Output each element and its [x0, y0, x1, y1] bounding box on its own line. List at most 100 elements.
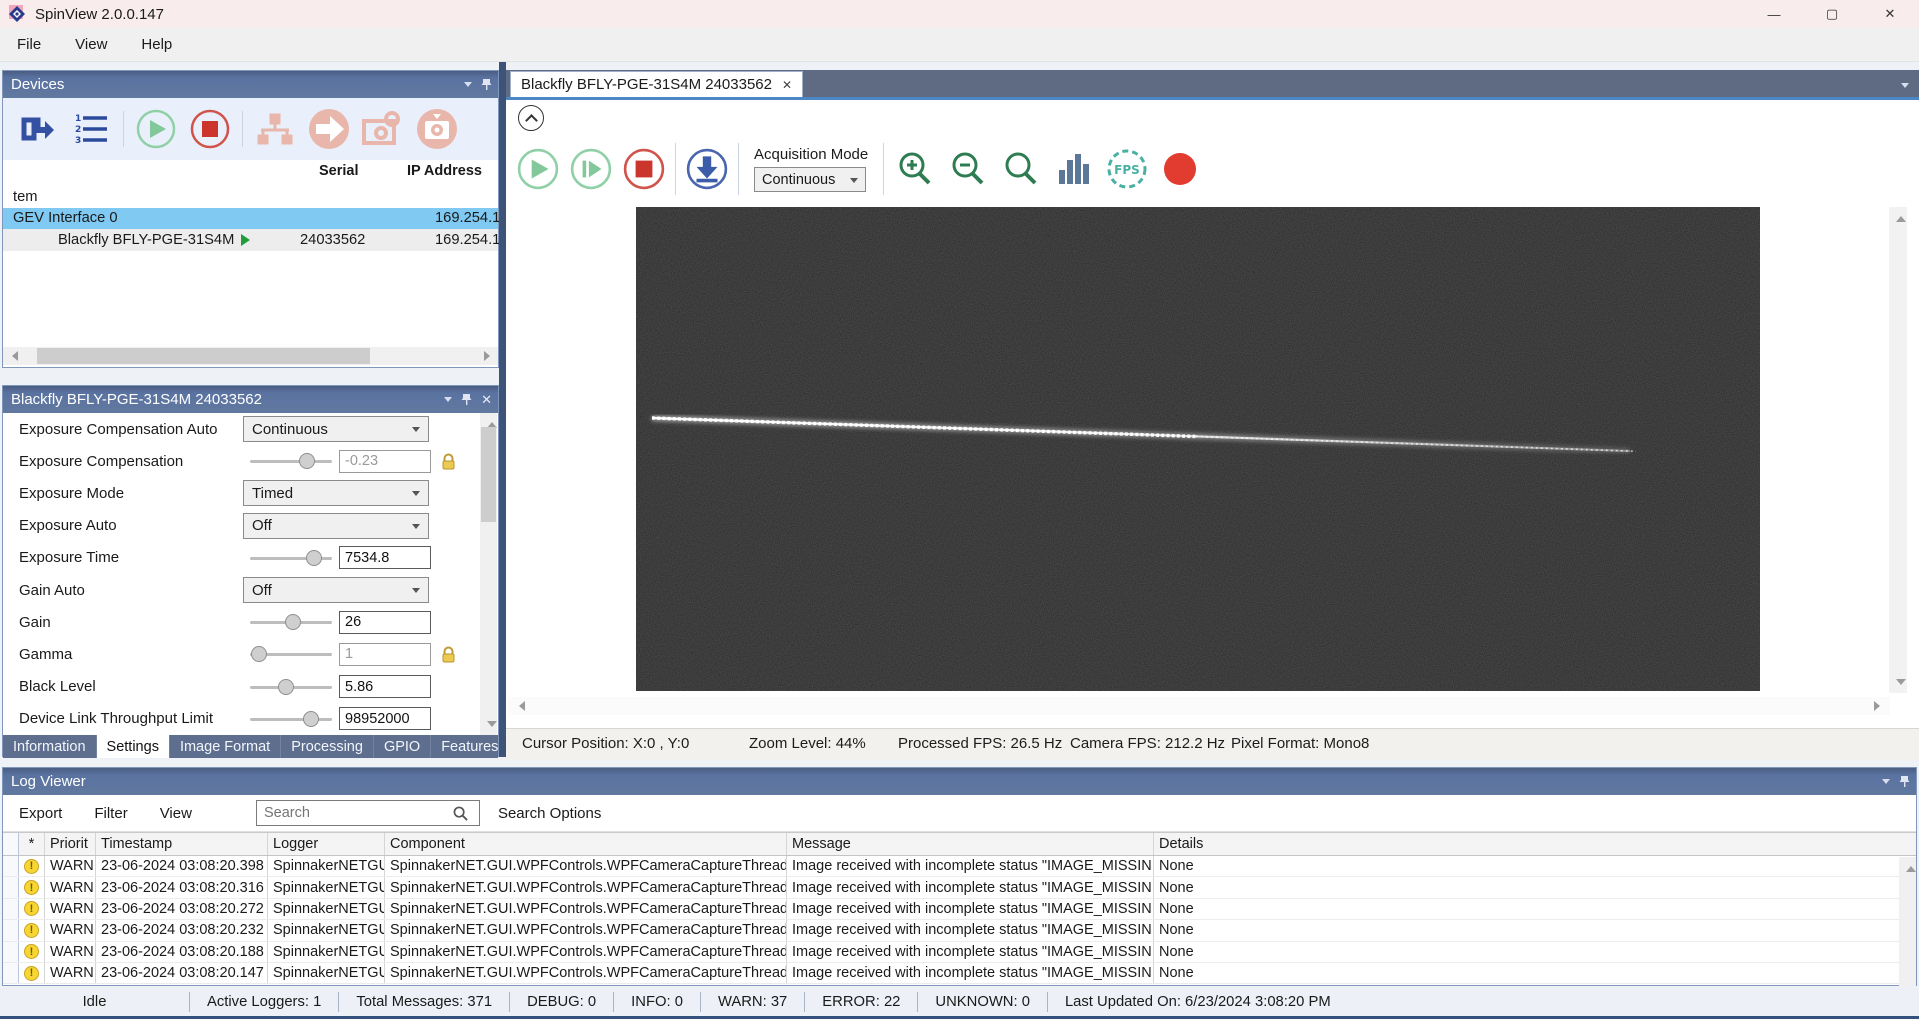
setting-value-input[interactable]	[339, 611, 431, 634]
setting-slider[interactable]	[250, 645, 332, 663]
log-row[interactable]: ! WARN 23-06-2024 03:08:20.188 Spinnaker…	[3, 942, 1916, 963]
scroll-right-button[interactable]	[1870, 697, 1888, 715]
slider-thumb[interactable]	[303, 711, 319, 727]
setting-slider[interactable]	[250, 613, 332, 631]
settings-tab[interactable]: Features	[431, 735, 509, 758]
device-row[interactable]: GEV Interface 0 169.254.1.1	[3, 208, 498, 230]
log-menu-item[interactable]: Filter	[78, 805, 143, 822]
camera-image[interactable]	[636, 207, 1760, 691]
panel-menu-icon[interactable]	[444, 397, 452, 406]
slider-thumb[interactable]	[251, 646, 267, 662]
zoom-fit-button[interactable]	[999, 147, 1043, 191]
column-header-serial[interactable]: Serial	[319, 163, 359, 179]
scrollbar-thumb[interactable]	[481, 427, 496, 522]
stop-acquisition-button[interactable]	[188, 107, 232, 151]
column-header-ip[interactable]: IP Address	[407, 163, 482, 179]
zoom-out-button[interactable]	[946, 147, 990, 191]
play-button[interactable]	[516, 147, 560, 191]
search-input[interactable]	[257, 805, 453, 821]
pin-icon[interactable]	[461, 393, 472, 406]
fps-gauge-button[interactable]: FPS	[1105, 147, 1149, 191]
viewer-tab[interactable]: Blackfly BFLY-PGE-31S4M 24033562 ✕	[510, 71, 803, 97]
menu-item[interactable]: Help	[124, 36, 189, 53]
device-row[interactable]: Blackfly BFLY-PGE-31S4M 24033562 169.254…	[3, 229, 498, 251]
log-row[interactable]: ! WARN 23-06-2024 03:08:20.232 Spinnaker…	[3, 920, 1916, 941]
setting-value-input[interactable]	[339, 546, 431, 569]
start-acquisition-button[interactable]	[134, 107, 178, 151]
pin-icon[interactable]	[481, 78, 492, 91]
tab-close-icon[interactable]: ✕	[782, 78, 792, 92]
menu-item[interactable]: View	[58, 36, 124, 53]
scroll-left-button[interactable]	[3, 347, 21, 365]
setting-dropdown[interactable]: Continuous	[243, 416, 429, 442]
panel-close-icon[interactable]: ✕	[481, 392, 492, 408]
column-header[interactable]: Timestamp	[96, 833, 268, 855]
setting-value-input[interactable]	[339, 675, 431, 698]
devices-horizontal-scrollbar[interactable]	[3, 347, 498, 365]
scroll-down-button[interactable]	[483, 717, 498, 735]
scrollbar-thumb[interactable]	[37, 348, 370, 364]
setting-slider[interactable]	[250, 710, 332, 728]
setting-slider[interactable]	[250, 678, 332, 696]
log-row[interactable]: ! WARN 23-06-2024 03:08:20.316 Spinnaker…	[3, 877, 1916, 898]
scroll-right-button[interactable]	[480, 347, 498, 365]
settings-tab[interactable]: Processing	[281, 735, 374, 758]
panel-menu-icon[interactable]	[1882, 779, 1890, 788]
log-menu-item[interactable]: Export	[3, 805, 78, 822]
panel-splitter[interactable]	[499, 62, 506, 757]
slider-thumb[interactable]	[306, 550, 322, 566]
setting-dropdown[interactable]: Off	[243, 513, 429, 539]
log-vertical-scrollbar[interactable]	[1899, 857, 1916, 986]
setting-dropdown[interactable]: Timed	[243, 480, 429, 506]
zoom-in-button[interactable]	[893, 147, 937, 191]
record-button[interactable]	[1158, 147, 1202, 191]
settings-tab[interactable]: GPIO	[374, 735, 431, 758]
device-row[interactable]: tem	[3, 186, 498, 208]
setting-slider[interactable]	[250, 549, 332, 567]
setting-slider[interactable]	[250, 452, 332, 470]
column-header[interactable]: *	[19, 833, 45, 855]
setting-dropdown[interactable]: Off	[243, 577, 429, 603]
setting-value-input[interactable]	[339, 643, 431, 666]
refresh-devices-button[interactable]	[15, 107, 59, 151]
log-row[interactable]: ! WARN 23-06-2024 03:08:20.147 Spinnaker…	[3, 963, 1916, 984]
collapse-toolbar-button[interactable]	[518, 105, 544, 131]
settings-vertical-scrollbar[interactable]	[480, 413, 497, 735]
search-options-button[interactable]: Search Options	[498, 805, 601, 822]
viewer-vertical-scrollbar[interactable]	[1889, 207, 1907, 693]
tab-list-icon[interactable]	[1901, 83, 1909, 92]
setting-value-input[interactable]	[339, 450, 431, 473]
scroll-down-button[interactable]	[1892, 675, 1910, 693]
acquisition-mode-dropdown[interactable]: Continuous	[754, 167, 866, 192]
panel-menu-icon[interactable]	[464, 82, 472, 91]
maximize-button[interactable]: ▢	[1803, 0, 1861, 28]
play-single-frame-button[interactable]	[569, 147, 613, 191]
viewer-horizontal-scrollbar[interactable]	[508, 697, 1890, 715]
column-header[interactable]: Details	[1154, 833, 1916, 855]
close-button[interactable]: ✕	[1861, 0, 1919, 28]
menu-item[interactable]: File	[0, 36, 58, 53]
slider-thumb[interactable]	[278, 679, 294, 695]
scroll-up-button[interactable]	[1902, 857, 1916, 875]
log-row[interactable]: ! WARN 23-06-2024 03:08:20.272 Spinnaker…	[3, 899, 1916, 920]
pin-icon[interactable]	[1899, 775, 1910, 788]
column-header[interactable]: Component	[385, 833, 787, 855]
log-row[interactable]: ! WARN 23-06-2024 03:08:20.398 Spinnaker…	[3, 856, 1916, 877]
column-header[interactable]: Logger	[268, 833, 385, 855]
scroll-left-button[interactable]	[510, 697, 528, 715]
device-list-view-button[interactable]: 123	[69, 107, 113, 151]
setting-value-input[interactable]	[339, 707, 431, 730]
log-menu-item[interactable]: View	[144, 805, 208, 822]
save-images-button[interactable]	[685, 147, 729, 191]
slider-thumb[interactable]	[285, 614, 301, 630]
column-header[interactable]: Priorit	[45, 833, 96, 855]
scroll-up-button[interactable]	[1892, 207, 1910, 225]
slider-thumb[interactable]	[299, 453, 315, 469]
histogram-button[interactable]	[1052, 147, 1096, 191]
stop-button[interactable]	[622, 147, 666, 191]
search-box[interactable]	[256, 800, 480, 826]
column-header[interactable]: Message	[787, 833, 1154, 855]
settings-tab[interactable]: Image Format	[170, 735, 281, 758]
settings-tab[interactable]: Settings	[97, 735, 170, 758]
minimize-button[interactable]: —	[1745, 0, 1803, 28]
